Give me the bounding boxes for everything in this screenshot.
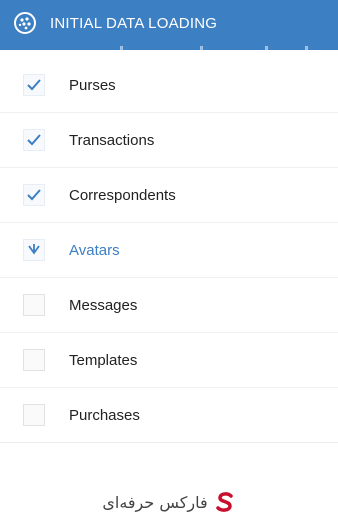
list-item-transactions[interactable]: Transactions xyxy=(0,113,338,168)
checkmark-icon xyxy=(27,189,41,201)
transactions-checkbox[interactable] xyxy=(23,129,45,151)
item-label: Avatars xyxy=(69,241,120,259)
list-item-purses[interactable]: Purses xyxy=(0,58,338,113)
app-header: INITIAL DATA LOADING xyxy=(0,0,338,46)
checkmark-loading-icon xyxy=(28,244,40,255)
list-item-purchases[interactable]: Purchases xyxy=(0,388,338,443)
data-type-list: Purses Transactions Correspondents Avata… xyxy=(0,58,338,443)
list-item-templates[interactable]: Templates xyxy=(0,333,338,388)
correspondents-checkbox[interactable] xyxy=(23,184,45,206)
watermark-brand: فارکس حرفه‌ای xyxy=(102,491,235,513)
checkmark-icon xyxy=(27,79,41,91)
messages-checkbox[interactable] xyxy=(23,294,45,316)
header-tab-strip xyxy=(0,46,338,50)
list-item-avatars[interactable]: Avatars xyxy=(0,223,338,278)
list-item-correspondents[interactable]: Correspondents xyxy=(0,168,338,223)
page-title: INITIAL DATA LOADING xyxy=(50,14,218,32)
webmoney-globe-icon xyxy=(12,10,38,36)
purses-checkbox[interactable] xyxy=(23,74,45,96)
watermark: فارکس حرفه‌ای xyxy=(0,487,338,517)
item-label: Templates xyxy=(69,351,138,369)
list-item-messages[interactable]: Messages xyxy=(0,278,338,333)
item-label: Purses xyxy=(69,76,116,94)
item-label: Messages xyxy=(69,296,138,314)
item-label: Purchases xyxy=(69,406,140,424)
item-label: Transactions xyxy=(69,131,155,149)
avatars-checkbox[interactable] xyxy=(23,239,45,261)
watermark-text: فارکس حرفه‌ای xyxy=(102,492,208,512)
templates-checkbox[interactable] xyxy=(23,349,45,371)
checkmark-icon xyxy=(27,134,41,146)
s-logo-icon xyxy=(215,492,233,512)
item-label: Correspondents xyxy=(69,186,176,204)
purchases-checkbox[interactable] xyxy=(23,404,45,426)
